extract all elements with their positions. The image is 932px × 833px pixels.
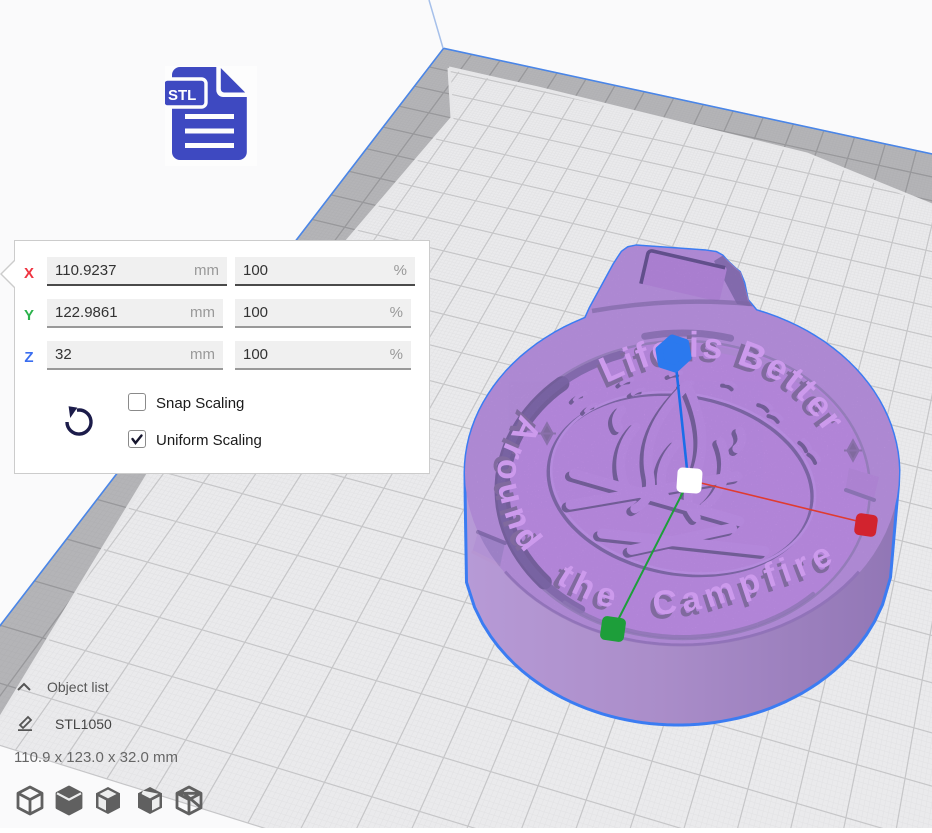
svg-text:STL: STL	[168, 87, 196, 104]
